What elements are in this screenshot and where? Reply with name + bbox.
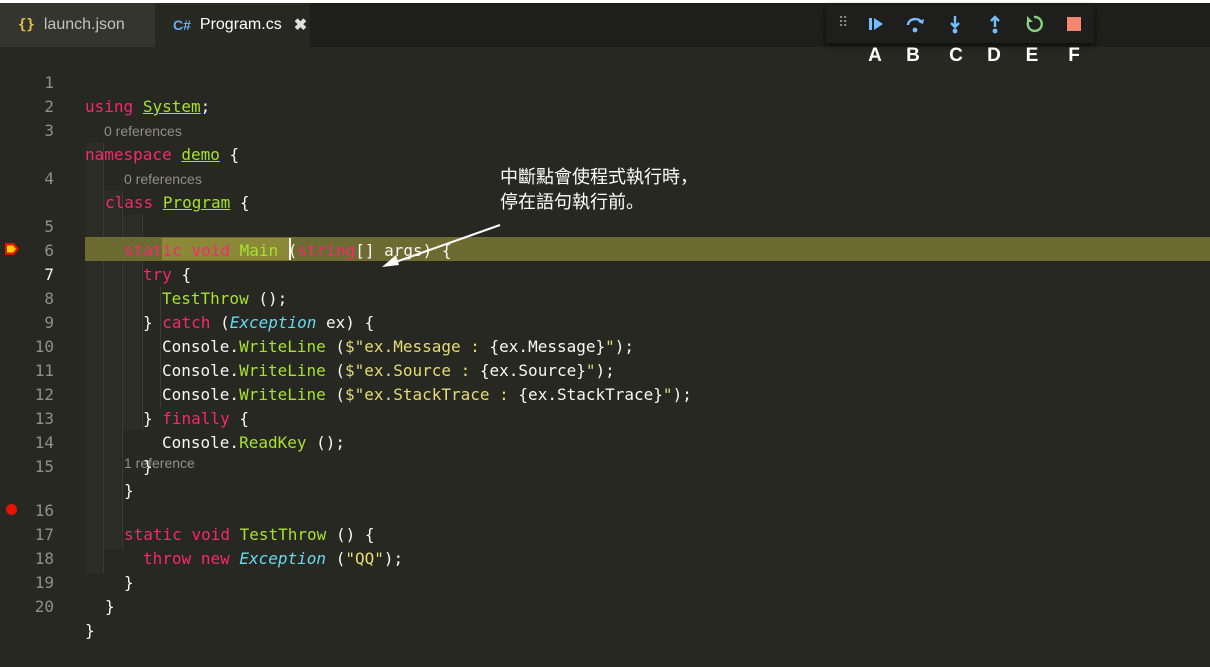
code-line: 10 Console.WriteLine ($"ex.Source : {ex.… — [0, 311, 1210, 380]
line-number: 4 — [44, 169, 54, 188]
continue-icon[interactable] — [864, 12, 888, 36]
text-cursor — [289, 238, 291, 260]
close-tab-icon[interactable]: ✖ — [294, 15, 307, 35]
step-over-icon[interactable] — [903, 12, 927, 36]
code-line: 1 using System; — [0, 47, 1210, 116]
annotation-arrow-icon — [382, 224, 501, 267]
code-line: 12 } finally { — [0, 359, 1210, 428]
code-line: 11 Console.WriteLine ($"ex.StackTrace : … — [0, 335, 1210, 404]
codelens-references[interactable]: 0 references — [104, 120, 182, 143]
tab-label: Program.cs — [199, 16, 282, 33]
code-line: 8 } catch (Exception ex) { — [0, 263, 1210, 332]
code-line: 2 — [0, 71, 1210, 116]
code-line: 20 } — [0, 571, 1210, 640]
code-line: 15 } — [0, 431, 1210, 500]
code-line: 6 try { — [0, 215, 1210, 284]
json-file-icon: {} — [18, 17, 35, 33]
code-line: 9 Console.WriteLine ($"ex.Message : {ex.… — [0, 287, 1210, 356]
step-out-icon[interactable] — [983, 12, 1007, 36]
csharp-file-icon: C# — [173, 17, 191, 33]
line-number: 3 — [44, 121, 54, 140]
code-text: } — [85, 621, 95, 640]
annotation-text: 中斷點會使程式執行時， 停在語句執行前。 — [500, 165, 698, 215]
codelens-references[interactable]: 1 reference — [124, 452, 195, 475]
stop-icon[interactable] — [1062, 12, 1086, 36]
code-line: 18 } — [0, 523, 1210, 592]
tab-program-cs[interactable]: C# Program.cs ✖ — [155, 3, 310, 47]
code-line: 19 } — [0, 547, 1210, 616]
annotation-line: 停在語句執行前。 — [500, 192, 644, 213]
code-text: } — [143, 457, 153, 476]
tab-label: launch.json — [43, 16, 125, 33]
debug-toolbar: ⠿ — [826, 5, 1094, 43]
tab-launch-json[interactable]: {} launch.json — [0, 3, 155, 47]
code-editor[interactable]: 0 references 0 references 1 reference 1 … — [0, 47, 1210, 640]
breakpoint-icon[interactable] — [6, 504, 17, 515]
annotation-line: 中斷點會使程式執行時， — [500, 167, 698, 188]
step-into-icon[interactable] — [943, 12, 967, 36]
code-line: 13 Console.ReadKey (); — [0, 383, 1210, 452]
current-breakpoint-icon[interactable] — [4, 242, 20, 256]
drag-handle-icon[interactable]: ⠿ — [838, 15, 848, 31]
restart-icon[interactable] — [1022, 12, 1046, 36]
code-line: 14 } — [0, 407, 1210, 476]
line-number: 20 — [34, 597, 54, 616]
code-line-current: 7 TestThrow (); — [0, 239, 1210, 308]
code-line: 3 namespace demo { — [0, 95, 1210, 164]
code-line: 17 throw new Exception ("QQ"); — [0, 499, 1210, 568]
code-line: 4 class Program { — [0, 143, 1210, 212]
codelens-references[interactable]: 0 references — [124, 168, 202, 191]
code-line: 16 static void TestThrow () { — [0, 475, 1210, 544]
code-text: } — [105, 597, 115, 616]
